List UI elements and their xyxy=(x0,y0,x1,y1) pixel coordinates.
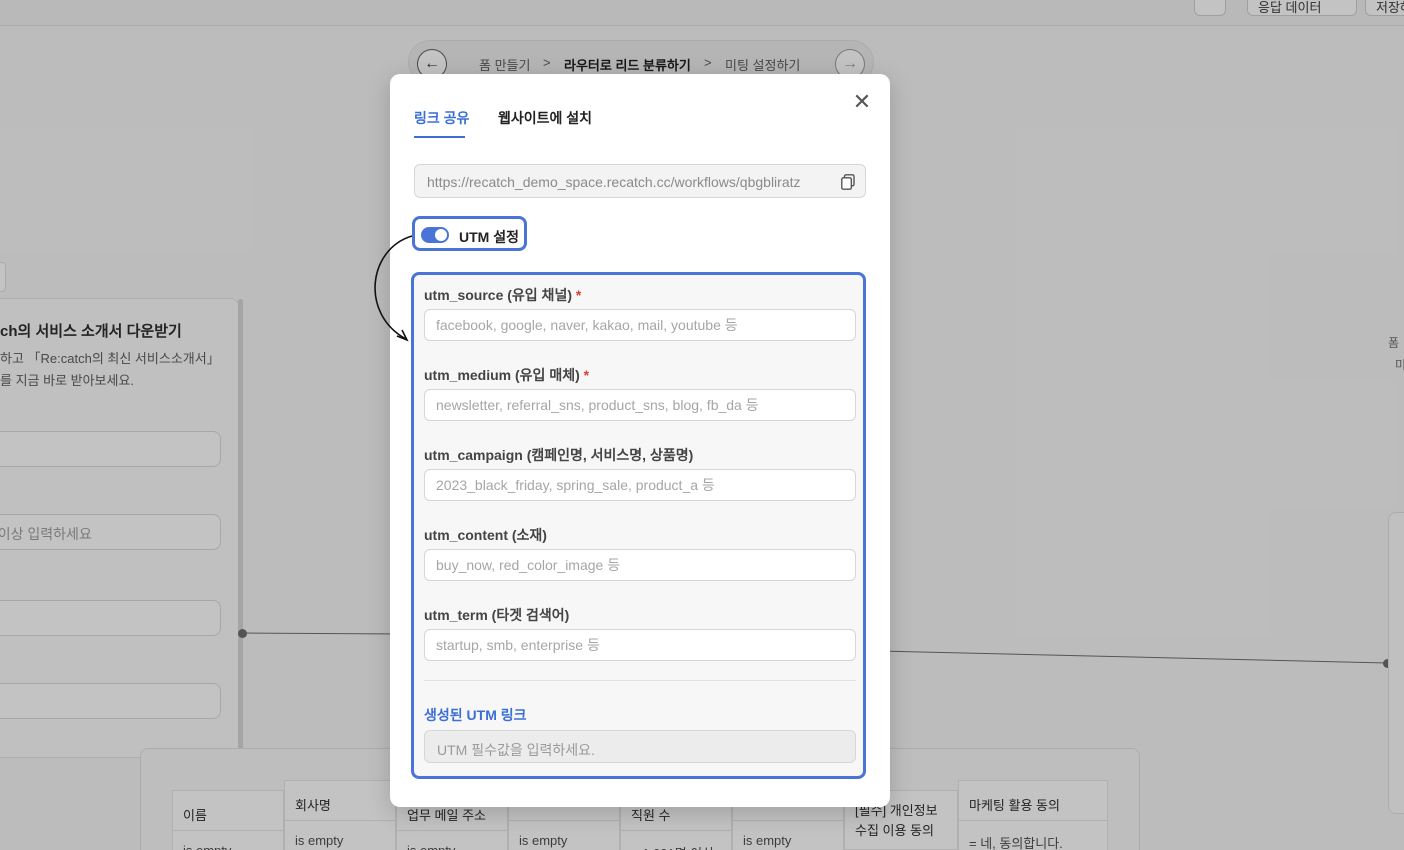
utm-source-input[interactable] xyxy=(424,309,856,341)
active-tab-indicator xyxy=(414,136,465,138)
utm-term-input[interactable] xyxy=(424,629,856,661)
utm-settings-panel: utm_source (유입 채널) * utm_medium (유입 매체) … xyxy=(411,272,866,779)
utm-term-label: utm_term (타겟 검색어) xyxy=(424,607,570,623)
copy-icon[interactable] xyxy=(841,174,855,190)
generated-utm-link-label: 생성된 UTM 링크 xyxy=(424,707,527,723)
generated-utm-link-field[interactable]: UTM 필수값을 입력하세요. xyxy=(424,730,856,763)
share-modal: ✕ 링크 공유 웹사이트에 설치 https://recatch_demo_sp… xyxy=(374,74,890,807)
utm-content-label: utm_content (소재) xyxy=(424,527,547,543)
utm-source-label: utm_source (유입 채널) * xyxy=(424,287,582,303)
utm-medium-input[interactable] xyxy=(424,389,856,421)
toggle-knob xyxy=(435,229,447,241)
utm-toggle-label: UTM 설정 xyxy=(459,229,519,245)
share-url-field[interactable]: https://recatch_demo_space.recatch.cc/wo… xyxy=(414,164,866,198)
utm-campaign-input[interactable] xyxy=(424,469,856,501)
tab-website-install[interactable]: 웹사이트에 설치 xyxy=(498,108,592,128)
required-mark: * xyxy=(583,367,590,383)
utm-campaign-label: utm_campaign (캠페인명, 서비스명, 상품명) xyxy=(424,447,694,463)
share-url-text: https://recatch_demo_space.recatch.cc/wo… xyxy=(427,174,801,190)
utm-toggle-highlight: UTM 설정 xyxy=(412,216,527,251)
tab-link-share[interactable]: 링크 공유 xyxy=(414,108,469,128)
utm-medium-label: utm_medium (유입 매체) * xyxy=(424,367,590,383)
required-mark: * xyxy=(575,287,582,303)
utm-content-input[interactable] xyxy=(424,549,856,581)
close-icon[interactable]: ✕ xyxy=(852,91,872,113)
utm-toggle-switch[interactable] xyxy=(421,227,449,243)
divider xyxy=(424,680,856,681)
